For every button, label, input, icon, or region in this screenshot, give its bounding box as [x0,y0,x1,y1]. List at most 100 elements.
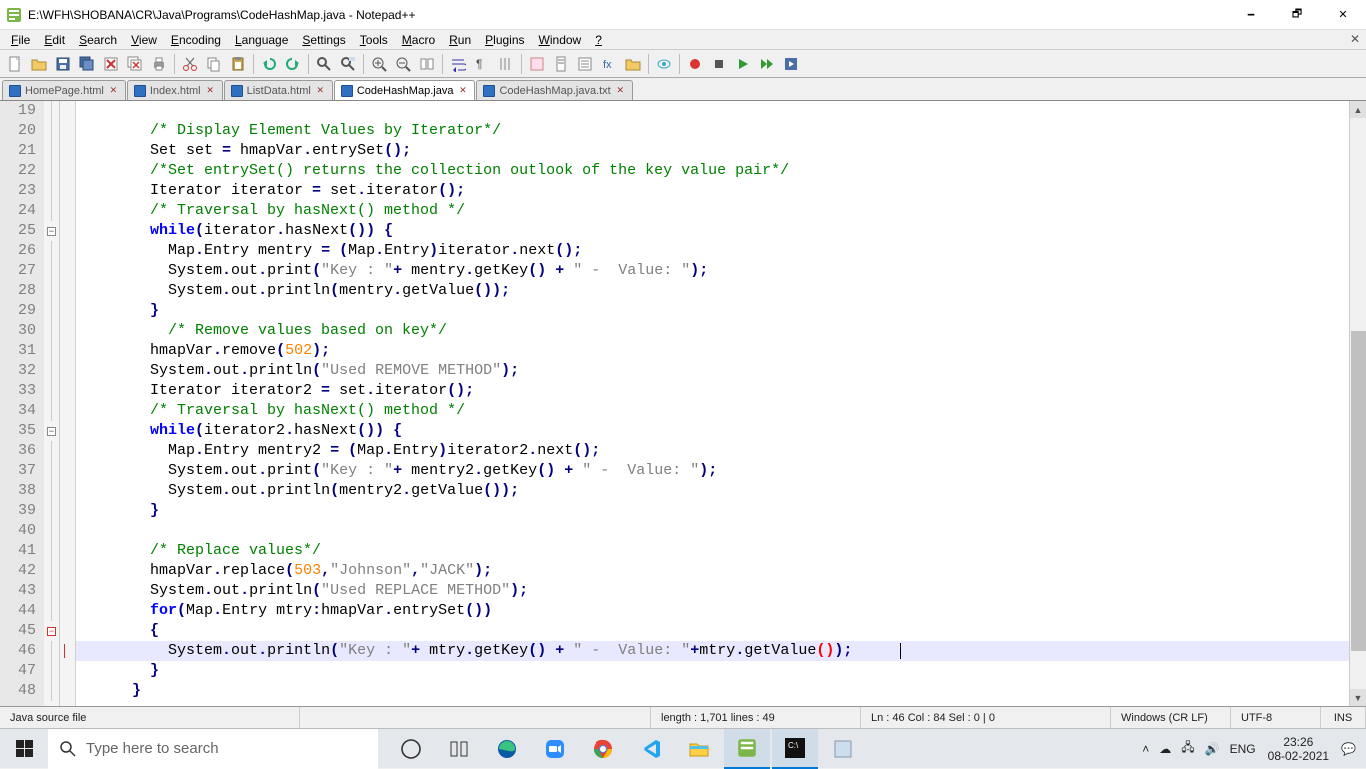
editor-area[interactable]: 1920212223242526272829303132333435363738… [0,100,1366,706]
status-encoding[interactable]: UTF-8 [1231,707,1321,729]
menu-tools[interactable]: Tools [353,31,395,49]
chevron-up-icon[interactable]: ˄ [1142,742,1149,756]
save-icon[interactable] [52,53,74,75]
tab-homepage-html[interactable]: HomePage.html✕ [2,80,126,100]
app-icon [6,7,22,23]
new-file-icon[interactable] [4,53,26,75]
fold-margin[interactable]: − − − [44,101,60,706]
start-button[interactable] [0,729,48,769]
menu-language[interactable]: Language [228,31,295,49]
zoom-out-icon[interactable] [392,53,414,75]
zoom-in-icon[interactable] [368,53,390,75]
tray-icons[interactable]: ˄ ☁ 🖧 🔊 ENG [1142,738,1255,759]
function-list-icon[interactable]: fx [598,53,620,75]
play-multi-icon[interactable] [756,53,778,75]
menu-run[interactable]: Run [442,31,478,49]
open-file-icon[interactable] [28,53,50,75]
cortana-icon[interactable] [436,729,482,769]
fold-toggle-icon[interactable]: − [47,427,56,436]
menu-macro[interactable]: Macro [395,31,442,49]
menu-search[interactable]: Search [72,31,124,49]
status-insert-mode[interactable]: INS [1321,707,1366,729]
taskbar-clock[interactable]: 23:26 08-02-2021 [1268,735,1329,763]
window-title: E:\WFH\SHOBANA\CR\Java\Programs\CodeHash… [28,8,1228,22]
file-icon [9,85,21,97]
svg-text:¶: ¶ [476,57,482,71]
scroll-down-icon[interactable]: ▼ [1350,689,1366,706]
vscode-icon[interactable] [628,729,674,769]
indent-guide-icon[interactable] [495,53,517,75]
lang-udl-icon[interactable] [526,53,548,75]
tab-close-icon[interactable]: ✕ [457,85,468,96]
menu-close-doc[interactable]: ✕ [1350,32,1360,46]
tab-close-icon[interactable]: ✕ [205,85,216,96]
status-eol[interactable]: Windows (CR LF) [1111,707,1231,729]
tab-listdata-html[interactable]: ListData.html✕ [224,80,333,100]
doc-map-icon[interactable] [550,53,572,75]
save-all-icon[interactable] [76,53,98,75]
close-file-icon[interactable] [100,53,122,75]
scroll-up-icon[interactable]: ▲ [1350,101,1366,118]
word-wrap-icon[interactable] [447,53,469,75]
stop-macro-icon[interactable] [708,53,730,75]
tab-index-html[interactable]: Index.html✕ [127,80,223,100]
status-length: length : 1,701 lines : 49 [651,707,861,729]
code-text-area[interactable]: /* Display Element Values by Iterator*/ … [76,101,1349,706]
sync-scroll-icon[interactable] [416,53,438,75]
find-icon[interactable] [313,53,335,75]
save-macro-icon[interactable] [780,53,802,75]
taskbar-search[interactable]: Type here to search [48,729,378,769]
chrome-icon[interactable] [580,729,626,769]
file-icon [341,85,353,97]
tab-close-icon[interactable]: ✕ [615,85,626,96]
edge-icon[interactable] [484,729,530,769]
vertical-scrollbar[interactable]: ▲ ▼ [1349,101,1366,706]
notepadpp-taskbar-icon[interactable] [724,729,770,769]
menu-encoding[interactable]: Encoding [164,31,228,49]
taskbar-time: 23:26 [1268,735,1329,749]
tab-codehashmap-java[interactable]: CodeHashMap.java✕ [334,80,476,100]
menu-window[interactable]: Window [532,31,589,49]
volume-icon[interactable]: 🔊 [1205,742,1220,756]
tab-close-icon[interactable]: ✕ [108,85,119,96]
undo-icon[interactable] [258,53,280,75]
network-icon[interactable]: 🖧 [1181,738,1194,759]
explorer-icon[interactable] [676,729,722,769]
onedrive-icon[interactable]: ☁ [1159,742,1171,756]
notifications-icon[interactable]: 💬 [1341,742,1356,756]
fold-toggle-icon[interactable]: − [47,627,56,636]
folder-workspace-icon[interactable] [622,53,644,75]
maximize-button[interactable]: 🗗 [1274,0,1320,30]
close-all-icon[interactable] [124,53,146,75]
replace-icon[interactable] [337,53,359,75]
menu-help[interactable]: ? [588,31,609,49]
tab-close-icon[interactable]: ✕ [315,85,326,96]
status-file-type: Java source file [0,707,300,729]
show-all-chars-icon[interactable]: ¶ [471,53,493,75]
minimize-button[interactable]: 🗕 [1228,0,1274,30]
cut-icon[interactable] [179,53,201,75]
record-macro-icon[interactable] [684,53,706,75]
cmd-icon[interactable]: C:\ [772,729,818,769]
copy-icon[interactable] [203,53,225,75]
zoom-app-icon[interactable] [532,729,578,769]
menu-edit[interactable]: Edit [37,31,72,49]
file-icon [483,85,495,97]
menu-view[interactable]: View [124,31,164,49]
play-macro-icon[interactable] [732,53,754,75]
print-icon[interactable] [148,53,170,75]
menu-file[interactable]: File [4,31,37,49]
monitor-icon[interactable] [653,53,675,75]
task-view-icon[interactable] [388,729,434,769]
menu-settings[interactable]: Settings [295,31,352,49]
tab-codehashmap-java-txt[interactable]: CodeHashMap.java.txt✕ [476,80,632,100]
menu-plugins[interactable]: Plugins [478,31,531,49]
language-indicator[interactable]: ENG [1230,742,1256,756]
close-button[interactable]: ✕ [1320,0,1366,30]
fold-toggle-icon[interactable]: − [47,227,56,236]
paste-icon[interactable] [227,53,249,75]
redo-icon[interactable] [282,53,304,75]
doc-list-icon[interactable] [574,53,596,75]
scroll-thumb[interactable] [1351,331,1366,651]
app-generic-icon[interactable] [820,729,866,769]
